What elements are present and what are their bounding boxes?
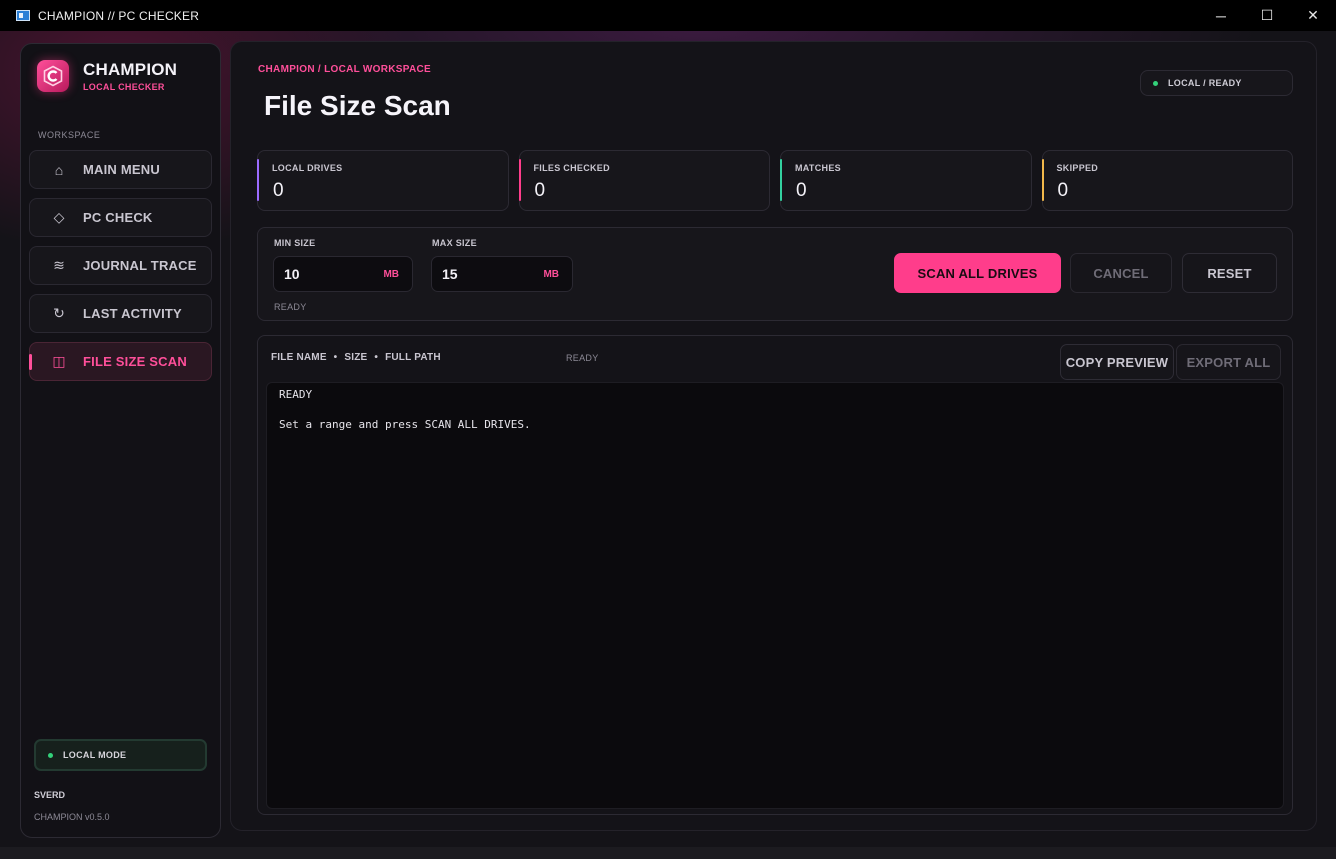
min-size-unit: MB: [383, 268, 399, 280]
sidebar-item-label: PC CHECK: [83, 210, 153, 225]
column-file-name: FILE NAME: [271, 352, 327, 363]
brand: CHAMPION LOCAL CHECKER: [37, 60, 177, 92]
stat-accent-bar: [257, 159, 259, 201]
main-panel: CHAMPION / LOCAL WORKSPACE File Size Sca…: [230, 41, 1317, 831]
results-console[interactable]: READY Set a range and press SCAN ALL DRI…: [266, 382, 1284, 809]
status-dot-icon: [1153, 80, 1158, 86]
copy-preview-button[interactable]: COPY PREVIEW: [1060, 344, 1174, 380]
min-size-value: 10: [284, 266, 300, 282]
stat-value: 0: [273, 180, 284, 201]
sidebar-item-journal-trace[interactable]: ≋ JOURNAL TRACE: [29, 246, 212, 285]
stat-value: 0: [534, 180, 546, 201]
bottom-border: [0, 847, 1336, 859]
status-badge: LOCAL / READY: [1140, 70, 1293, 96]
brand-subtitle: LOCAL CHECKER: [83, 82, 165, 92]
cancel-button[interactable]: CANCEL: [1070, 253, 1172, 293]
min-size-label: MIN SIZE: [274, 238, 316, 248]
max-size-value: 15: [442, 266, 458, 282]
status-badge-label: LOCAL / READY: [1168, 78, 1242, 88]
stats-row: LOCAL DRIVES 0 FILES CHECKED 0 MATCHES 0…: [257, 150, 1293, 211]
champion-logo-icon: [37, 60, 69, 92]
reset-button[interactable]: RESET: [1182, 253, 1277, 293]
local-mode-badge: LOCAL MODE: [34, 739, 207, 771]
separator: •: [374, 352, 379, 363]
stat-label: LOCAL DRIVES: [272, 163, 343, 173]
stat-card-skipped: SKIPPED 0: [1041, 150, 1293, 211]
sidebar-item-label: FILE SIZE SCAN: [83, 354, 187, 369]
sidebar-item-label: LAST ACTIVITY: [83, 306, 182, 321]
breadcrumb: CHAMPION / LOCAL WORKSPACE: [258, 64, 431, 75]
window-controls: ─ ☐ ✕: [1198, 0, 1336, 31]
maximize-button[interactable]: ☐: [1244, 0, 1290, 31]
user-name: SVERD: [34, 790, 66, 800]
scan-all-drives-button[interactable]: SCAN ALL DRIVES: [894, 253, 1061, 293]
minimize-button[interactable]: ─: [1198, 0, 1244, 31]
sidebar-item-label: JOURNAL TRACE: [83, 258, 197, 273]
page-title: File Size Scan: [264, 90, 451, 121]
brand-name: CHAMPION: [83, 60, 178, 79]
stat-accent-bar: [780, 159, 782, 201]
export-all-button[interactable]: EXPORT ALL: [1176, 344, 1281, 380]
columns-icon: ◫: [52, 353, 66, 369]
min-size-input[interactable]: 10 MB: [273, 256, 413, 292]
diamond-icon: ◇: [53, 209, 65, 225]
max-size-input[interactable]: 15 MB: [431, 256, 573, 292]
sidebar-item-pc-check[interactable]: ◇ PC CHECK: [29, 198, 212, 237]
app-window: CHAMPION LOCAL CHECKER WORKSPACE ⌂ MAIN …: [0, 31, 1336, 859]
stat-value: 0: [1057, 180, 1069, 201]
title-bar: CHAMPION // PC CHECKER ─ ☐ ✕: [0, 0, 1336, 31]
status-dot-icon: [48, 752, 53, 758]
sidebar: CHAMPION LOCAL CHECKER WORKSPACE ⌂ MAIN …: [20, 43, 221, 838]
results-column-headers: FILE NAME • SIZE • FULL PATH: [271, 352, 441, 363]
window-title: CHAMPION // PC CHECKER: [38, 8, 200, 23]
stat-card-files-checked: FILES CHECKED 0: [518, 150, 770, 211]
scan-status: READY: [274, 302, 307, 312]
sidebar-item-label: MAIN MENU: [83, 162, 160, 177]
refresh-icon: ↻: [53, 305, 65, 321]
stat-value: 0: [796, 180, 807, 201]
stat-label: FILES CHECKED: [533, 163, 610, 173]
column-full-path: FULL PATH: [385, 352, 441, 363]
close-button[interactable]: ✕: [1290, 0, 1336, 31]
sidebar-item-file-size-scan[interactable]: ◫ FILE SIZE SCAN: [29, 342, 212, 381]
section-label: WORKSPACE: [38, 130, 101, 140]
stat-card-matches: MATCHES 0: [780, 150, 1032, 211]
console-line: READY: [279, 388, 313, 401]
waves-icon: ≋: [53, 257, 65, 273]
stat-label: MATCHES: [795, 163, 841, 173]
results-panel: FILE NAME • SIZE • FULL PATH READY COPY …: [257, 335, 1293, 815]
stat-card-local-drives: LOCAL DRIVES 0: [257, 150, 509, 211]
stat-accent-bar: [1041, 159, 1044, 201]
stat-label: SKIPPED: [1056, 163, 1099, 173]
console-line: Set a range and press SCAN ALL DRIVES.: [279, 418, 531, 431]
sidebar-item-main-menu[interactable]: ⌂ MAIN MENU: [29, 150, 212, 189]
app-icon: [16, 10, 30, 21]
column-size: SIZE: [344, 352, 368, 363]
sidebar-item-last-activity[interactable]: ↻ LAST ACTIVITY: [29, 294, 212, 333]
sidebar-nav: ⌂ MAIN MENU ◇ PC CHECK ≋ JOURNAL TRACE ↻…: [29, 150, 212, 390]
scan-controls: MIN SIZE 10 MB MAX SIZE 15 MB READY SCAN…: [257, 227, 1293, 321]
separator: •: [333, 352, 338, 363]
local-mode-label: LOCAL MODE: [63, 750, 127, 760]
stat-accent-bar: [518, 159, 521, 201]
results-status: READY: [566, 353, 599, 363]
app-version: CHAMPION v0.5.0: [34, 812, 110, 822]
max-size-label: MAX SIZE: [432, 238, 477, 248]
max-size-unit: MB: [543, 268, 559, 280]
home-icon: ⌂: [54, 161, 64, 178]
